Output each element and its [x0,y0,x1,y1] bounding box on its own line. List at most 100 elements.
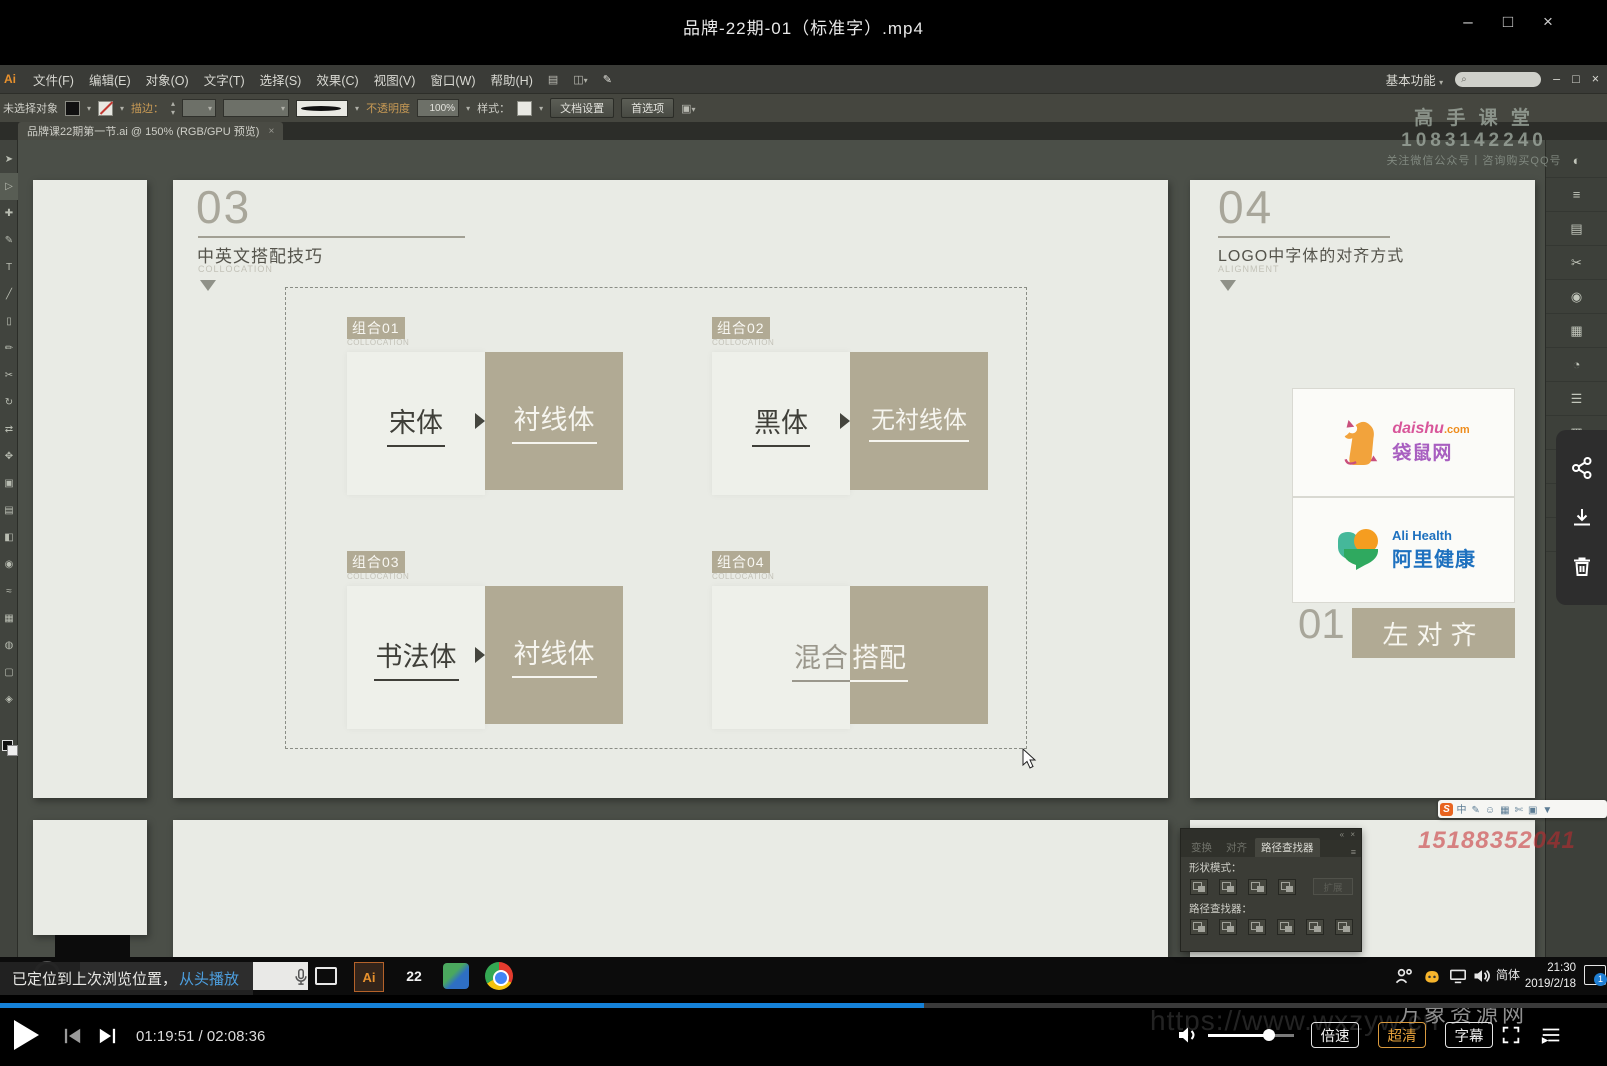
ai-tools-panel[interactable]: ➤▷✚✎T╱▯✏✂↻⇄✥▣▤◧◉≈▦◍▢◈ [0,140,18,957]
shape-mode-label: 形状模式： [1189,860,1353,875]
intersect-button[interactable] [1248,879,1266,895]
touch-workspace-icon[interactable]: ✎ [603,73,612,86]
tab-close-icon[interactable]: × [268,126,274,137]
menu-select[interactable]: 选择(S) [260,70,302,89]
menu-type[interactable]: 文字(T) [204,70,245,89]
people-tray-icon[interactable] [1394,967,1414,985]
playlist-icon[interactable] [1540,1025,1562,1045]
speed-button[interactable]: 倍速 [1311,1022,1359,1048]
ime-toolbar[interactable]: S 中✎☺▦✄▣▼ [1438,800,1607,818]
combo-sublabel: COLLOCATION [347,338,409,347]
previous-button[interactable] [62,1027,84,1045]
share-icon[interactable] [1570,456,1594,480]
seek-bar[interactable] [0,1003,1607,1008]
ai-restore-button[interactable]: □ [1572,72,1580,86]
play-from-start-link[interactable]: 从头播放 [179,968,239,989]
collapse-icon[interactable]: « [1340,830,1346,839]
triangle-marker-icon [1220,280,1236,291]
chrome-icon[interactable] [485,962,513,990]
mouse-cursor [1022,748,1038,770]
panel-menu-icon[interactable]: ≡ [1351,847,1361,857]
play-button[interactable] [14,1020,39,1050]
combo-03: 组合03 COLLOCATION 书法体 衬线体 [345,551,645,771]
ai-minimize-button[interactable]: – [1553,72,1560,86]
taskbar-clock[interactable]: 21:30 2019/2/18 [1520,960,1576,992]
menu-effect[interactable]: 效果(C) [316,70,358,89]
workspace-switcher[interactable]: 基本功能 ▾ [1386,70,1444,89]
taskbar-illustrator-icon[interactable]: Ai [354,962,384,992]
menu-help[interactable]: 帮助(H) [491,70,533,89]
ime-language-indicator[interactable]: 简体 [1496,966,1520,983]
menu-window[interactable]: 窗口(W) [430,70,475,89]
arrow-right-icon [475,647,485,663]
task-view-icon[interactable] [312,962,340,990]
minus-front-button[interactable] [1219,879,1237,895]
menu-edit[interactable]: 编辑(E) [89,70,131,89]
preferences-button[interactable]: 首选项 [621,98,674,118]
brush-definition-dropdown[interactable] [296,100,348,117]
merge-button[interactable] [1248,919,1266,935]
trash-icon[interactable] [1570,555,1594,579]
crop-button[interactable] [1277,919,1295,935]
stroke-weight-dropdown[interactable]: ▾ [182,99,216,117]
microphone-icon[interactable] [292,968,310,986]
expand-button[interactable]: 扩展 [1313,878,1353,895]
tab-pathfinder[interactable]: 路径查找器 [1255,838,1320,857]
taskbar-app-22-icon[interactable]: 22 [400,962,428,990]
search-input[interactable]: ⌕ [1455,72,1541,87]
combo-02: 组合02 COLLOCATION 黑体 无衬线体 [710,317,1010,537]
menu-object[interactable]: 对象(O) [146,70,189,89]
panel-close-icon[interactable]: × [1350,830,1357,839]
taskbar-cube-app-icon[interactable] [443,963,469,989]
fullscreen-icon[interactable] [1500,1024,1522,1046]
minus-back-button[interactable] [1335,919,1353,935]
more-options-icon[interactable]: ▣▾ [681,102,695,115]
exclude-button[interactable] [1278,879,1296,895]
seek-bar-fill [0,1003,924,1008]
speaker-icon[interactable] [1176,1024,1200,1046]
chevron-down-icon: ▾ [87,104,91,113]
document-icon[interactable]: ▤ [548,73,558,86]
volume-slider[interactable] [1208,1034,1294,1037]
volume-tray-icon[interactable] [1472,967,1492,985]
style-swatch[interactable] [517,101,532,116]
sogou-logo-icon[interactable]: S [1440,803,1453,816]
minimize-button[interactable]: – [1455,12,1481,32]
opacity-field[interactable]: 100% [417,99,459,117]
stroke-color-swatch[interactable] [98,101,113,116]
maximize-button[interactable]: □ [1495,12,1521,32]
stepper-icon[interactable]: ▴▾ [171,99,175,117]
ai-close-button[interactable]: × [1592,72,1599,86]
layout-picker-icon[interactable]: ◫▾ [573,73,587,86]
ime-icons[interactable]: 中✎☺▦✄▣▼ [1454,800,1555,818]
panel-tabs: 变换 对齐 路径查找器 ≡ [1181,840,1361,857]
divide-button[interactable] [1190,919,1208,935]
trim-button[interactable] [1219,919,1237,935]
stroke-label[interactable]: 描边： [131,100,164,116]
unite-button[interactable] [1190,879,1208,895]
menu-file[interactable]: 文件(F) [33,70,74,89]
fill-stroke-indicator[interactable] [2,740,16,754]
outline-button[interactable] [1306,919,1324,935]
document-tab[interactable]: 品牌课22期第一节.ai @ 150% (RGB/GPU 预览) × [18,122,283,140]
ai-canvas[interactable]: ➤▷✚✎T╱▯✏✂↻⇄✥▣▤◧◉≈▦◍▢◈ ◐≡▤✂◉▦◔☰▧◒▥▨ 03 中英… [0,140,1607,957]
close-button[interactable]: × [1535,12,1561,32]
opacity-label[interactable]: 不透明度 [366,100,410,116]
quality-button[interactable]: 超清 [1378,1022,1426,1048]
wangwang-tray-icon[interactable] [1422,967,1442,985]
combo-right-box: 衬线体 [485,586,623,724]
next-button[interactable] [96,1027,118,1045]
tab-align[interactable]: 对齐 [1220,838,1253,857]
document-setup-button[interactable]: 文档设置 [550,98,614,118]
download-icon[interactable] [1570,506,1594,530]
combo-label: 组合01 [347,317,405,339]
subtitle-button[interactable]: 字幕 [1445,1022,1493,1048]
pathfinder-panel[interactable]: « × 变换 对齐 路径查找器 ≡ 形状模式： 扩展 路径查找器： [1180,828,1362,952]
fill-color-swatch[interactable] [65,101,80,116]
variable-width-dropdown[interactable]: ▾ [223,99,289,117]
selection-status-label: 未选择对象 [3,100,58,116]
menu-view[interactable]: 视图(V) [374,70,416,89]
volume-knob[interactable] [1263,1029,1275,1041]
tab-transform[interactable]: 变换 [1185,838,1218,857]
network-tray-icon[interactable] [1448,968,1468,984]
